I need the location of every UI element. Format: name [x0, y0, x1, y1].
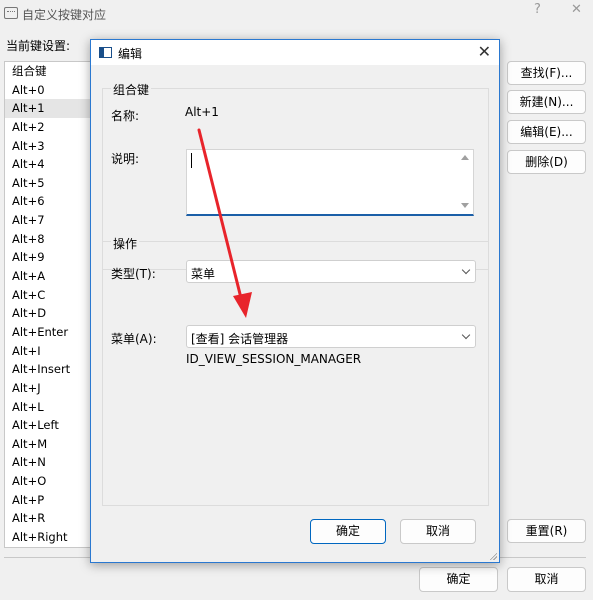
chevron-down-icon	[461, 265, 471, 275]
list-item[interactable]: Alt+Left	[5, 416, 93, 435]
list-item[interactable]: Alt+R	[5, 509, 93, 528]
reset-button[interactable]: 重置(R)	[507, 519, 586, 543]
window-icon	[99, 47, 112, 58]
list-item[interactable]: Alt+N	[5, 453, 93, 472]
description-scrollbar[interactable]	[459, 150, 473, 214]
scroll-up-icon[interactable]	[461, 155, 469, 160]
list-item[interactable]: Alt+3	[5, 137, 93, 156]
list-item[interactable]: Alt+9	[5, 248, 93, 267]
list-item[interactable]: Alt+5	[5, 174, 93, 193]
list-item[interactable]: Alt+M	[5, 435, 93, 454]
delete-button[interactable]: 删除(D)	[507, 150, 586, 174]
list-item[interactable]: Alt+2	[5, 118, 93, 137]
list-item[interactable]: Alt+L	[5, 398, 93, 417]
name-label: 名称:	[111, 109, 140, 123]
type-label: 类型(T):	[111, 267, 156, 281]
menu-select-value: [查看] 会话管理器	[191, 332, 289, 346]
description-label: 说明:	[111, 152, 140, 166]
list-item[interactable]: Alt+8	[5, 230, 93, 249]
key-list[interactable]: 组合键 Alt+0 Alt+1 Alt+2 Alt+3 Alt+4 Alt+5 Alt+6 A…	[4, 61, 94, 548]
menu-command-id: ID_VIEW_SESSION_MANAGER	[186, 352, 362, 366]
list-item[interactable]: Alt+O	[5, 472, 93, 491]
resize-grip-icon[interactable]	[489, 552, 497, 560]
action-group-label: 操作	[111, 235, 140, 252]
dialog-title: 编辑	[118, 47, 143, 61]
list-item[interactable]: Alt+7	[5, 211, 93, 230]
list-item[interactable]: Alt+C	[5, 286, 93, 305]
list-item[interactable]: Alt+D	[5, 304, 93, 323]
list-item[interactable]: Alt+6	[5, 192, 93, 211]
outer-cancel-button[interactable]: 取消	[507, 567, 586, 592]
dialog-close-icon[interactable]: ✕	[478, 42, 491, 61]
outer-title-bar: 自定义按键对应 ? ✕	[0, 0, 593, 28]
list-item[interactable]: Alt+A	[5, 267, 93, 286]
key-group-label: 组合键	[111, 81, 152, 98]
dialog-ok-button[interactable]: 确定	[310, 519, 386, 544]
outer-ok-button[interactable]: 确定	[419, 567, 498, 592]
menu-label: 菜单(A):	[111, 332, 157, 346]
list-item[interactable]: Alt+4	[5, 155, 93, 174]
new-button[interactable]: 新建(N)...	[507, 90, 586, 114]
menu-select[interactable]: [查看] 会话管理器	[186, 325, 476, 348]
keyboard-icon	[4, 7, 18, 19]
dialog-title-bar: 编辑 ✕	[91, 40, 499, 65]
current-settings-label: 当前键设置:	[6, 39, 71, 53]
text-caret	[191, 153, 192, 168]
list-item[interactable]: Alt+I	[5, 342, 93, 361]
find-button[interactable]: 查找(F)...	[507, 61, 586, 85]
dialog-cancel-button[interactable]: 取消	[400, 519, 476, 544]
chevron-down-icon	[461, 330, 471, 340]
list-item[interactable]: Alt+P	[5, 491, 93, 510]
outer-close-icon[interactable]: ✕	[571, 2, 582, 17]
outer-window-title: 自定义按键对应	[22, 8, 107, 22]
list-items: Alt+0 Alt+1 Alt+2 Alt+3 Alt+4 Alt+5 Alt+6 Alt+7…	[5, 81, 93, 547]
name-value: Alt+1	[185, 105, 219, 119]
list-item[interactable]: Alt+Right	[5, 528, 93, 547]
scroll-down-icon[interactable]	[461, 203, 469, 208]
description-textarea[interactable]	[186, 149, 474, 216]
list-header: 组合键	[12, 64, 47, 78]
list-item[interactable]: Alt+Enter	[5, 323, 93, 342]
edit-button[interactable]: 编辑(E)...	[507, 120, 586, 144]
type-select-value: 菜单	[191, 267, 216, 281]
type-select[interactable]: 菜单	[186, 260, 476, 283]
list-item[interactable]: Alt+Insert	[5, 360, 93, 379]
edit-dialog: 编辑 ✕ 组合键 名称: Alt+1 说明: 操作 类型(T): 菜单 菜单(A…	[90, 39, 500, 563]
list-item[interactable]: Alt+1	[5, 99, 93, 118]
help-icon[interactable]: ?	[534, 2, 541, 17]
list-item[interactable]: Alt+J	[5, 379, 93, 398]
list-item[interactable]: Alt+0	[5, 81, 93, 100]
